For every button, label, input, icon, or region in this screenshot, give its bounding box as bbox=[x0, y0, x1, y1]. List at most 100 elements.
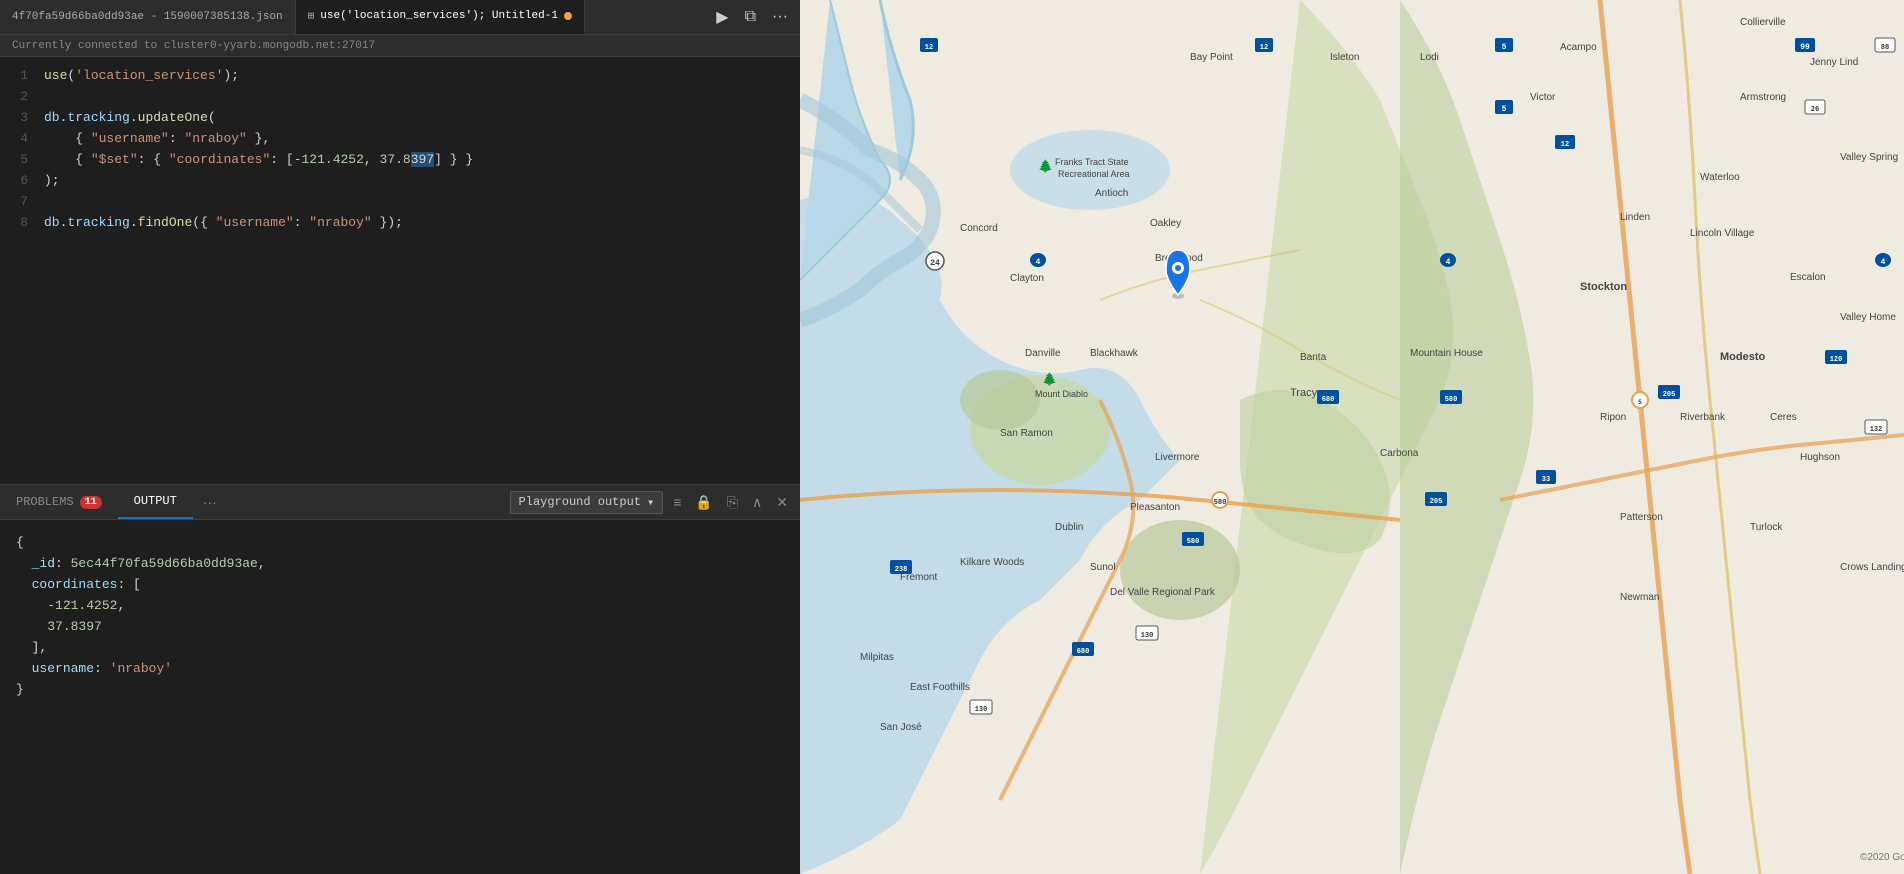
code-lines[interactable]: use('location_services'); db.tracking.up… bbox=[40, 57, 800, 484]
left-panel: 4f70fa59d66ba0dd93ae - 1590007385138.jso… bbox=[0, 0, 800, 874]
output-label: OUTPUT bbox=[134, 494, 177, 508]
svg-text:Escalon: Escalon bbox=[1790, 272, 1826, 283]
playground-output-label: Playground output bbox=[519, 495, 641, 509]
playground-dropdown[interactable]: Playground output ▾ bbox=[510, 491, 664, 514]
svg-text:88: 88 bbox=[1881, 44, 1889, 52]
problems-label: PROBLEMS bbox=[16, 495, 74, 509]
svg-text:Jenny Lind: Jenny Lind bbox=[1810, 57, 1858, 68]
panel-toolbar: Playground output ▾ ≡ 🔒 ⎘ ∧ ✕ bbox=[502, 491, 800, 514]
svg-text:Victor: Victor bbox=[1530, 92, 1556, 103]
tab-modified-dot bbox=[564, 12, 572, 20]
tab-bar-actions: ▶ ⧉ ··· bbox=[704, 0, 800, 34]
svg-text:Mount Diablo: Mount Diablo bbox=[1035, 389, 1088, 399]
output-coord2: 37.8397 bbox=[16, 616, 784, 637]
svg-text:Waterloo: Waterloo bbox=[1700, 172, 1740, 183]
svg-text:Tracy: Tracy bbox=[1290, 387, 1318, 399]
code-line-3: db.tracking.updateOne( bbox=[40, 107, 800, 128]
split-button[interactable]: ⧉ bbox=[741, 6, 760, 28]
panel-tabs: PROBLEMS 11 OUTPUT ··· Playground output… bbox=[0, 485, 800, 520]
svg-text:Lincoln Village: Lincoln Village bbox=[1690, 228, 1755, 239]
svg-text:Newman: Newman bbox=[1620, 592, 1659, 603]
list-icon-button[interactable]: ≡ bbox=[669, 492, 685, 512]
connection-bar: Currently connected to cluster0-yyarb.mo… bbox=[0, 35, 800, 57]
svg-text:Recreational Area: Recreational Area bbox=[1058, 169, 1130, 179]
svg-text:San José: San José bbox=[880, 722, 922, 733]
svg-text:Kilkare Woods: Kilkare Woods bbox=[960, 557, 1024, 568]
svg-text:East Foothills: East Foothills bbox=[910, 682, 970, 693]
svg-text:Mountain House: Mountain House bbox=[1410, 348, 1483, 359]
svg-text:Stockton: Stockton bbox=[1580, 281, 1627, 293]
svg-text:Pleasanton: Pleasanton bbox=[1130, 502, 1180, 513]
svg-text:Linden: Linden bbox=[1620, 212, 1650, 223]
lock-icon-button[interactable]: 🔒 bbox=[691, 492, 716, 513]
problems-badge: 11 bbox=[80, 496, 102, 509]
svg-text:680: 680 bbox=[1322, 396, 1335, 404]
svg-text:4: 4 bbox=[1036, 258, 1041, 267]
svg-text:Oakley: Oakley bbox=[1150, 218, 1181, 229]
svg-text:Crows Landing: Crows Landing bbox=[1840, 562, 1904, 573]
svg-text:205: 205 bbox=[1663, 391, 1676, 399]
code-line-7 bbox=[40, 191, 800, 212]
svg-text:Antioch: Antioch bbox=[1095, 188, 1128, 199]
svg-text:Bay Point: Bay Point bbox=[1190, 52, 1233, 63]
svg-text:Hughson: Hughson bbox=[1800, 452, 1840, 463]
svg-text:680: 680 bbox=[1077, 648, 1090, 656]
tab-output[interactable]: OUTPUT bbox=[118, 485, 193, 519]
svg-text:Modesto: Modesto bbox=[1720, 351, 1766, 363]
map-svg: 580 5 Antioch Oakley Concord Clayton Bre… bbox=[800, 0, 1904, 874]
svg-text:🌲: 🌲 bbox=[1042, 372, 1057, 387]
more-button[interactable]: ··· bbox=[768, 6, 792, 28]
svg-text:San Ramon: San Ramon bbox=[1000, 428, 1053, 439]
svg-text:Isleton: Isleton bbox=[1330, 52, 1359, 63]
svg-text:Dublin: Dublin bbox=[1055, 522, 1083, 533]
svg-text:5: 5 bbox=[1502, 105, 1507, 114]
tab-problems[interactable]: PROBLEMS 11 bbox=[0, 485, 118, 519]
output-coord1: -121.4252, bbox=[16, 595, 784, 616]
svg-text:Livermore: Livermore bbox=[1155, 452, 1200, 463]
output-coords-key: coordinates: [ bbox=[16, 574, 784, 595]
svg-text:Del Valle Regional Park: Del Valle Regional Park bbox=[1110, 587, 1216, 598]
svg-text:580: 580 bbox=[1214, 499, 1227, 507]
svg-text:©2020 Google: ©2020 Google bbox=[1860, 852, 1904, 863]
map-container[interactable]: 580 5 Antioch Oakley Concord Clayton Bre… bbox=[800, 0, 1904, 874]
tab-json-file[interactable]: 4f70fa59d66ba0dd93ae - 1590007385138.jso… bbox=[0, 0, 296, 34]
svg-text:Patterson: Patterson bbox=[1620, 512, 1663, 523]
svg-text:Banta: Banta bbox=[1300, 352, 1327, 363]
svg-text:130: 130 bbox=[1141, 632, 1154, 640]
output-id-line: _id: 5ec44f70fa59d66ba0dd93ae, bbox=[16, 553, 784, 574]
svg-text:Acampo: Acampo bbox=[1560, 42, 1597, 53]
connection-text: Currently connected to cluster0-yyarb.mo… bbox=[12, 40, 375, 52]
bottom-panel: PROBLEMS 11 OUTPUT ··· Playground output… bbox=[0, 484, 800, 874]
svg-text:4: 4 bbox=[1881, 258, 1886, 267]
tab-bar: 4f70fa59d66ba0dd93ae - 1590007385138.jso… bbox=[0, 0, 800, 35]
tab-use-icon: ⊞ bbox=[308, 9, 315, 23]
svg-text:26: 26 bbox=[1811, 106, 1819, 114]
svg-text:Carbona: Carbona bbox=[1380, 448, 1419, 459]
code-line-8: db.tracking.findOne({ "username": "nrabo… bbox=[40, 212, 800, 233]
svg-text:205: 205 bbox=[1430, 498, 1443, 506]
run-button[interactable]: ▶ bbox=[712, 5, 732, 29]
svg-text:Armstrong: Armstrong bbox=[1740, 92, 1786, 103]
svg-text:Turlock: Turlock bbox=[1750, 522, 1783, 533]
line-numbers: 1 2 3 4 5 6 7 8 bbox=[0, 57, 40, 484]
panel-more-button[interactable]: ··· bbox=[193, 494, 227, 510]
svg-text:33: 33 bbox=[1542, 476, 1550, 484]
tab-json-label: 4f70fa59d66ba0dd93ae - 1590007385138.jso… bbox=[12, 11, 283, 23]
close-panel-button[interactable]: ✕ bbox=[772, 492, 792, 513]
svg-text:Riverbank: Riverbank bbox=[1680, 412, 1726, 423]
code-editor[interactable]: 1 2 3 4 5 6 7 8 use('location_services')… bbox=[0, 57, 800, 484]
copy-icon-button[interactable]: ⎘ bbox=[723, 492, 742, 513]
svg-text:Ripon: Ripon bbox=[1600, 412, 1626, 423]
code-line-5: { "$set": { "coordinates": [-121.4252, 3… bbox=[40, 149, 800, 170]
tab-playground-label: use('location_services'); Untitled-1 bbox=[320, 10, 558, 22]
svg-text:Valley Spring: Valley Spring bbox=[1840, 152, 1898, 163]
svg-text:5: 5 bbox=[1502, 43, 1507, 52]
code-line-4: { "username": "nraboy" }, bbox=[40, 128, 800, 149]
tab-playground[interactable]: ⊞ use('location_services'); Untitled-1 bbox=[296, 0, 585, 34]
output-brace-open: { bbox=[16, 532, 784, 553]
output-brace-close: } bbox=[16, 679, 784, 700]
svg-text:Collierville: Collierville bbox=[1740, 17, 1786, 28]
svg-text:12: 12 bbox=[1260, 44, 1268, 52]
svg-text:🌲: 🌲 bbox=[1038, 159, 1053, 174]
collapse-button[interactable]: ∧ bbox=[748, 492, 766, 513]
